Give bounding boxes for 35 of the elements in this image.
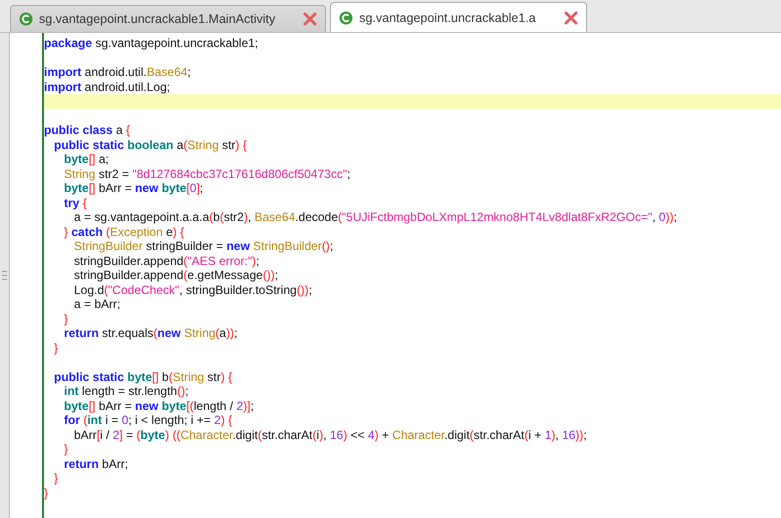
code-line: byte[] a; <box>63 152 110 166</box>
editor-tab[interactable]: sg.vantagepoint.uncrackable1.MainActivity <box>10 5 326 32</box>
code-line: public class a { <box>44 123 132 138</box>
editor-tab[interactable]: sg.vantagepoint.uncrackable1.a <box>330 2 587 32</box>
code-line: int length = str.length(); <box>63 384 190 398</box>
code-line: } <box>44 486 50 500</box>
code-line: bArr[i / 2] = (byte) ((Character.digit(str.charAt(i), 16) << 4) + Character.digit(str.charAt(i + 1), 16)); <box>73 428 588 442</box>
code-line: byte[] bArr = new byte[(length / 2)]; <box>63 398 255 413</box>
code-line: public static byte[] b(String str) { <box>53 370 234 384</box>
code-line: a = sg.vantagepoint.a.a.a(b(str2), Base64.decode("5UJiFctbmgbDoLXmpL12mkno8HT4Lv8dlat8FxR2GOc=", 0)); <box>73 210 678 224</box>
code-line: for (int i = 0; i < length; i += 2) { <box>63 413 234 428</box>
code-line: import android.util.Base64; <box>44 65 192 80</box>
code-line: stringBuilder.append(e.getMessage()); <box>73 268 280 282</box>
code-line: try { <box>63 196 88 210</box>
code-line: byte[] bArr = new byte[0]; <box>63 181 204 196</box>
code-line: Log.d("CodeCheck", stringBuilder.toString()); <box>73 282 314 297</box>
code-line: a = bArr; <box>73 297 122 312</box>
code-line: return bArr; <box>63 456 130 471</box>
code-line: stringBuilder.append("AES error:"); <box>73 254 260 268</box>
code-line: String str2 = "8d127684cbc37c17616d806cf50473cc"; <box>63 166 352 181</box>
close-icon[interactable] <box>564 10 578 24</box>
code-line: } <box>63 442 70 456</box>
class-icon <box>19 12 33 26</box>
code-line: return str.equals(new String(a)); <box>63 326 238 340</box>
code-line: } catch (Exception e) { <box>63 224 186 239</box>
code-line: } <box>63 312 70 326</box>
class-icon <box>339 10 354 24</box>
code-line: } <box>53 471 60 486</box>
code-line: } <box>53 340 60 355</box>
grip-handle-icon[interactable] <box>2 271 7 280</box>
code-line: package sg.vantagepoint.uncrackable1; <box>44 36 260 50</box>
close-icon[interactable] <box>303 12 318 26</box>
code-line: StringBuilder stringBuilder = new StringBuilder(); <box>73 239 334 254</box>
code-line: import android.util.Log; <box>44 80 172 94</box>
code-line: public static boolean a(String str) { <box>53 138 248 152</box>
